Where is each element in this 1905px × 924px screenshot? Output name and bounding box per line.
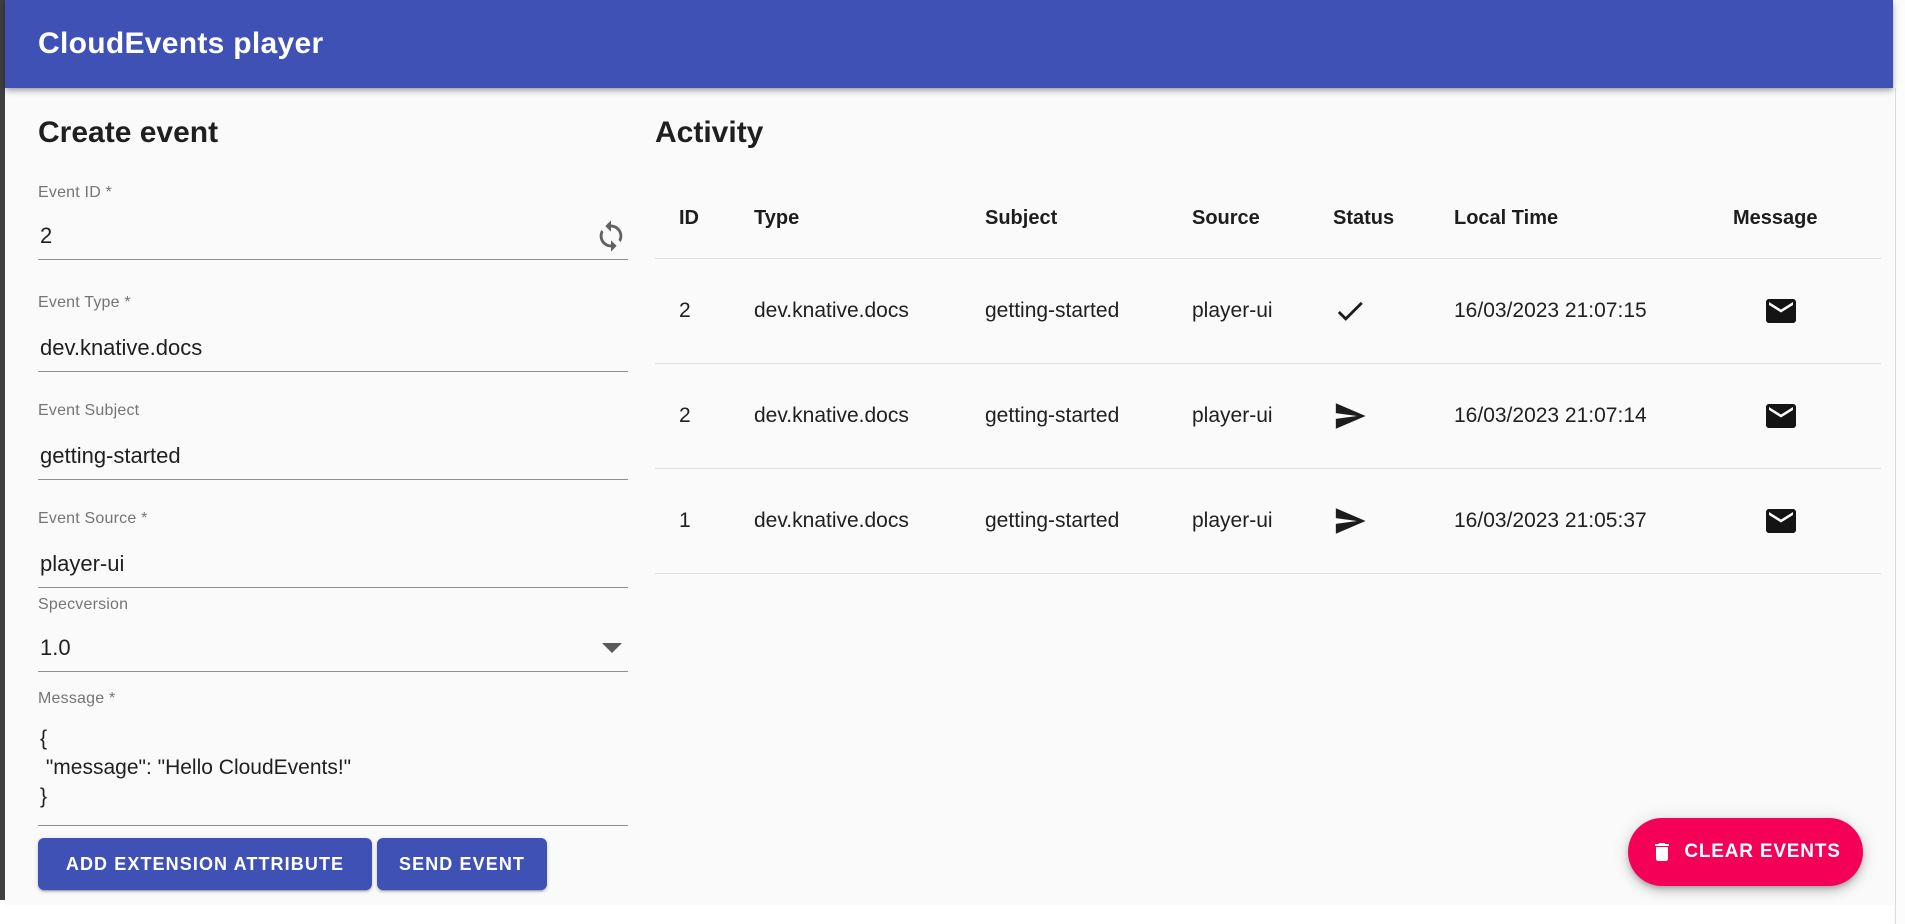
app-title: CloudEvents player — [38, 27, 323, 61]
mail-icon[interactable] — [1763, 293, 1799, 329]
specversion-select[interactable]: Specversion 1.0 — [38, 596, 628, 672]
cell-type: dev.knative.docs — [754, 258, 985, 363]
event-subject-label: Event Subject — [38, 402, 628, 420]
event-source-input[interactable]: player-ui — [40, 551, 124, 577]
activity-table: ID Type Subject Source Status Local Time… — [655, 180, 1881, 574]
event-type-input[interactable]: dev.knative.docs — [40, 335, 202, 361]
send-icon — [1333, 504, 1367, 538]
table-header-row: ID Type Subject Source Status Local Time… — [655, 180, 1881, 258]
check-icon — [1333, 294, 1367, 328]
clear-events-label: CLEAR EVENTS — [1684, 841, 1840, 863]
event-type-label: Event Type * — [38, 294, 628, 312]
event-subject-input[interactable]: getting-started — [40, 443, 181, 469]
table-row[interactable]: 1 dev.knative.docs getting-started playe… — [655, 468, 1881, 573]
specversion-value[interactable]: 1.0 — [40, 635, 71, 661]
activity-heading: Activity — [655, 116, 763, 150]
column-header-source: Source — [1192, 180, 1333, 258]
cell-subject: getting-started — [985, 258, 1192, 363]
send-icon — [1333, 399, 1367, 433]
create-event-heading: Create event — [38, 116, 218, 150]
column-header-message: Message — [1733, 180, 1881, 258]
event-source-label: Event Source * — [38, 510, 628, 528]
cell-id: 2 — [655, 258, 754, 363]
cell-source: player-ui — [1192, 258, 1333, 363]
app-bar: CloudEvents player — [5, 0, 1893, 88]
column-header-status: Status — [1333, 180, 1454, 258]
event-id-input[interactable]: 2 — [40, 223, 52, 249]
table-row[interactable]: 2 dev.knative.docs getting-started playe… — [655, 258, 1881, 363]
message-field[interactable]: Message * { "message": "Hello CloudEvent… — [38, 690, 628, 826]
cell-type: dev.knative.docs — [754, 363, 985, 468]
cell-subject: getting-started — [985, 363, 1192, 468]
specversion-label: Specversion — [38, 596, 628, 614]
event-id-field[interactable]: Event ID * 2 — [38, 184, 628, 260]
event-subject-field[interactable]: Event Subject getting-started — [38, 402, 628, 480]
cell-status — [1333, 468, 1454, 573]
sync-icon[interactable] — [594, 219, 628, 253]
cell-source: player-ui — [1192, 363, 1333, 468]
cell-type: dev.knative.docs — [754, 468, 985, 573]
cell-id: 2 — [655, 363, 754, 468]
table-row[interactable]: 2 dev.knative.docs getting-started playe… — [655, 363, 1881, 468]
add-extension-attribute-button[interactable]: ADD EXTENSION ATTRIBUTE — [38, 838, 372, 890]
column-header-type: Type — [754, 180, 985, 258]
dropdown-arrow-icon[interactable] — [602, 643, 622, 653]
cell-local-time: 16/03/2023 21:05:37 — [1454, 468, 1733, 573]
cell-local-time: 16/03/2023 21:07:14 — [1454, 363, 1733, 468]
column-header-local-time: Local Time — [1454, 180, 1733, 258]
clear-events-button[interactable]: CLEAR EVENTS — [1628, 818, 1863, 886]
cell-local-time: 16/03/2023 21:07:15 — [1454, 258, 1733, 363]
event-id-label: Event ID * — [38, 184, 628, 202]
scrollbar-track-line — [1895, 88, 1896, 924]
cell-status — [1333, 258, 1454, 363]
cell-subject: getting-started — [985, 468, 1192, 573]
mail-icon[interactable] — [1763, 503, 1799, 539]
cell-message[interactable] — [1733, 258, 1881, 363]
send-event-button[interactable]: SEND EVENT — [377, 838, 547, 890]
cell-message[interactable] — [1733, 468, 1881, 573]
cell-message[interactable] — [1733, 363, 1881, 468]
message-textarea[interactable]: { "message": "Hello CloudEvents!" } — [40, 724, 351, 811]
event-type-field[interactable]: Event Type * dev.knative.docs — [38, 294, 628, 372]
message-label: Message * — [38, 690, 628, 708]
trash-icon — [1650, 840, 1674, 864]
cell-status — [1333, 363, 1454, 468]
column-header-subject: Subject — [985, 180, 1192, 258]
column-header-id: ID — [655, 180, 754, 258]
mail-icon[interactable] — [1763, 398, 1799, 434]
event-source-field[interactable]: Event Source * player-ui — [38, 510, 628, 588]
cell-source: player-ui — [1192, 468, 1333, 573]
window-left-edge — [0, 0, 5, 900]
app-root: CloudEvents player Create event Event ID… — [5, 0, 1893, 905]
cell-id: 1 — [655, 468, 754, 573]
